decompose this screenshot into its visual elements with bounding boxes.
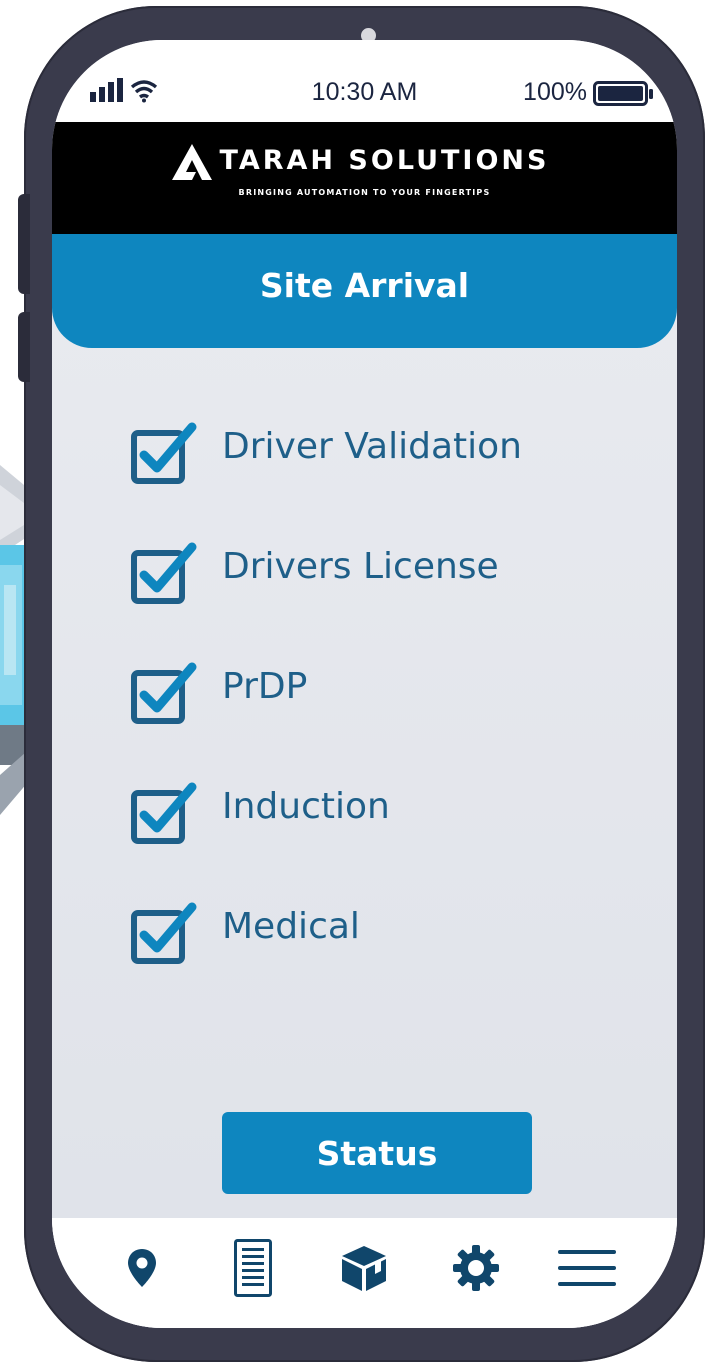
- checklist-label: Medical: [222, 906, 360, 947]
- location-pin-icon[interactable]: [127, 1248, 157, 1288]
- checklist-item-prdp[interactable]: PrDP: [130, 662, 522, 785]
- checkbox-checked-icon[interactable]: [130, 661, 200, 727]
- checkbox-checked-icon[interactable]: [130, 901, 200, 967]
- nav-location[interactable]: [102, 1236, 182, 1300]
- nav-settings[interactable]: [436, 1236, 516, 1300]
- checkbox-checked-icon[interactable]: [130, 541, 200, 607]
- hamburger-menu-icon[interactable]: [558, 1248, 617, 1288]
- nav-documents[interactable]: [213, 1236, 293, 1300]
- phone-frame: 10:30 AM 100% TARAH SOLUTIONS BRINGING A…: [18, 6, 705, 1362]
- checklist-item-induction[interactable]: Induction: [130, 782, 522, 905]
- page-header: Site Arrival: [52, 234, 677, 348]
- checklist-label: PrDP: [222, 666, 308, 707]
- nav-packages[interactable]: [324, 1236, 404, 1300]
- status-bar: 10:30 AM 100%: [52, 40, 677, 122]
- checklist-label: Induction: [222, 786, 390, 827]
- checklist-item-medical[interactable]: Medical: [130, 902, 522, 1025]
- battery-percent: 100%: [523, 78, 587, 106]
- brand-header: TARAH SOLUTIONS BRINGING AUTOMATION TO Y…: [52, 122, 677, 234]
- status-button[interactable]: Status: [222, 1112, 532, 1194]
- battery-full-icon: [593, 81, 653, 106]
- checklist-item-drivers-license[interactable]: Drivers License: [130, 542, 522, 665]
- bottom-nav-bar: [52, 1218, 677, 1328]
- page-title: Site Arrival: [259, 266, 470, 305]
- phone-screen: 10:30 AM 100% TARAH SOLUTIONS BRINGING A…: [52, 40, 677, 1328]
- stage: 10:30 AM 100% TARAH SOLUTIONS BRINGING A…: [0, 0, 711, 1366]
- phone-side-button: [18, 312, 30, 382]
- checklist-label: Driver Validation: [222, 426, 522, 467]
- checklist-item-driver-validation[interactable]: Driver Validation: [130, 422, 522, 545]
- nav-menu[interactable]: [547, 1236, 627, 1300]
- checklist: Driver Validation Drivers License PrDP I…: [130, 422, 522, 1025]
- brand-name: TARAH SOLUTIONS: [219, 145, 550, 176]
- checklist-label: Drivers License: [222, 546, 499, 587]
- package-box-icon[interactable]: [339, 1243, 389, 1293]
- phone-side-button: [18, 194, 30, 294]
- settings-gear-icon[interactable]: [451, 1243, 501, 1293]
- content-area: Driver Validation Drivers License PrDP I…: [52, 290, 677, 1328]
- brand-tagline: BRINGING AUTOMATION TO YOUR FINGERTIPS: [238, 188, 491, 197]
- document-list-icon[interactable]: [234, 1239, 273, 1297]
- checkbox-checked-icon[interactable]: [130, 421, 200, 487]
- checkbox-checked-icon[interactable]: [130, 781, 200, 847]
